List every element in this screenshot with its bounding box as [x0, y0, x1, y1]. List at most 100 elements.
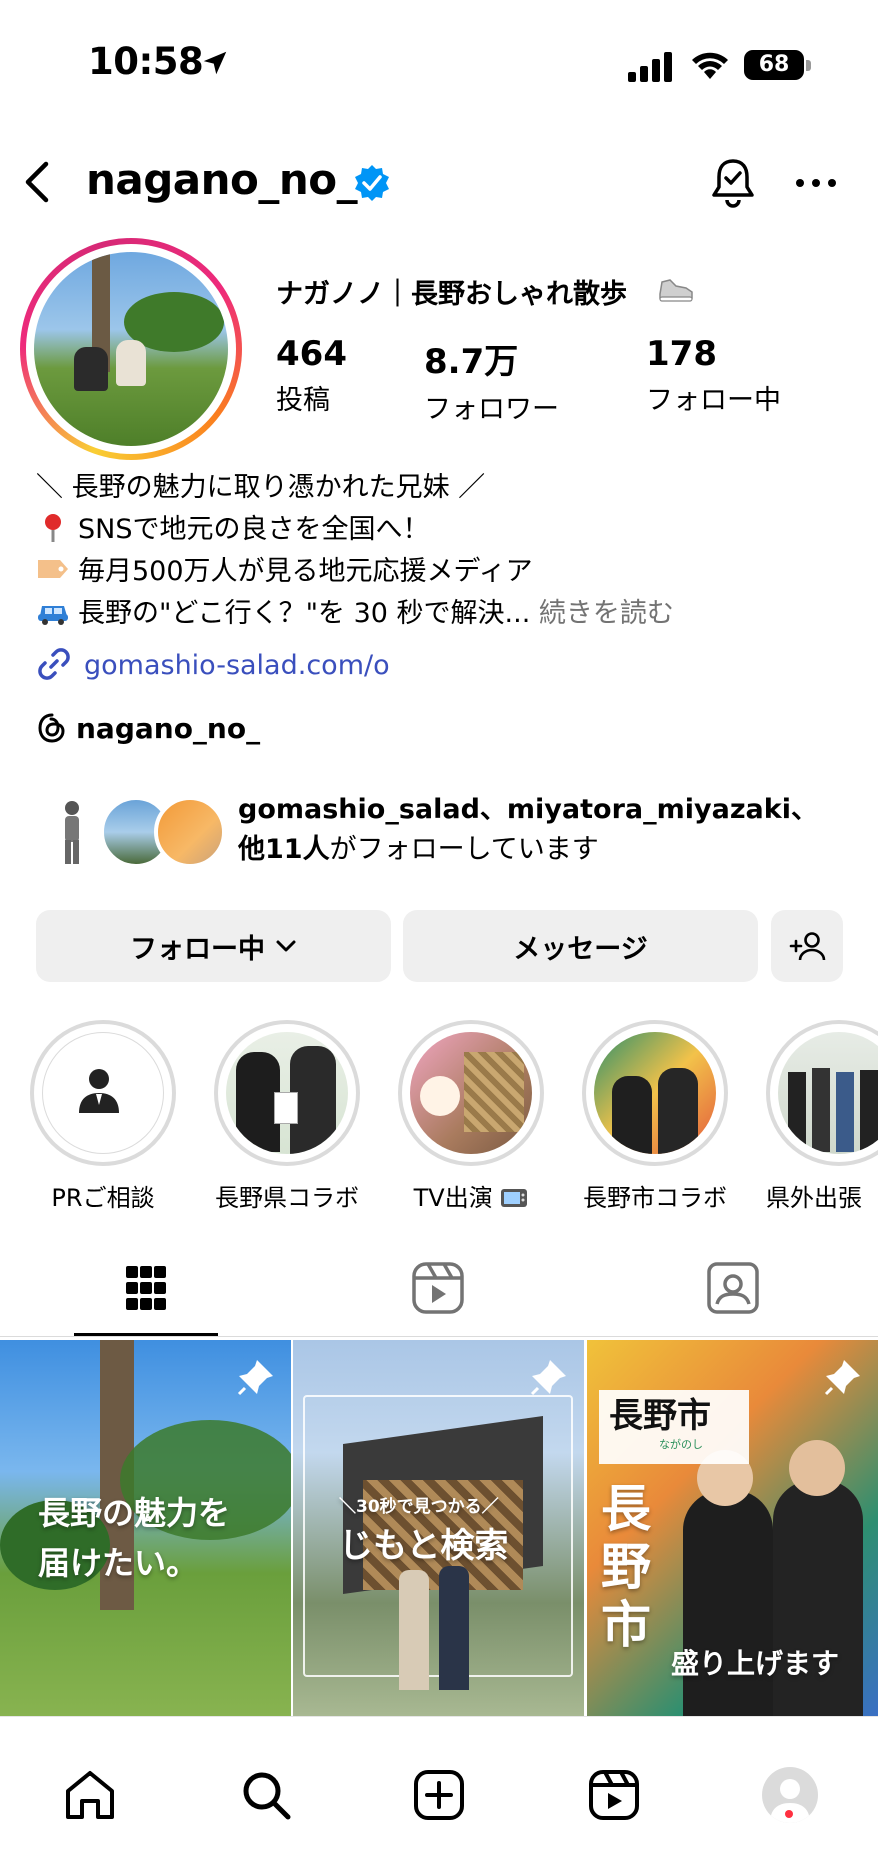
post-caption: 盛り上げます	[671, 1647, 840, 1680]
avatar-person	[116, 340, 146, 386]
followed-by-suffix: がフォローしています	[329, 834, 599, 865]
highlight-tv[interactable]: TV出演	[398, 1020, 544, 1213]
chevron-down-icon	[276, 940, 296, 952]
suggested-users-button[interactable]	[771, 910, 843, 982]
bio-line-4-text: 長野の"どこ行く？"を 30 秒で解決...	[78, 598, 531, 629]
post-caption-line: 長野の魅力を	[38, 1494, 231, 1532]
car-emoji-icon	[38, 606, 68, 625]
highlight-label: PRご相談	[51, 1184, 155, 1212]
highlight-label-text: TV出演	[413, 1184, 493, 1212]
back-arrow-icon[interactable]	[18, 158, 54, 206]
stat-posts-value: 464	[276, 334, 347, 374]
wifi-icon	[692, 52, 728, 79]
profile-avatar-story-ring[interactable]	[20, 238, 242, 460]
notification-bell-icon[interactable]	[708, 155, 758, 209]
reels-icon[interactable]	[586, 1767, 642, 1823]
status-time: 10:58	[88, 40, 204, 83]
avatar-person	[74, 347, 108, 391]
highlight-cover	[410, 1032, 532, 1154]
post-tile[interactable]: ＼30秒で見つかる／ じもと検索	[293, 1340, 584, 1716]
highlight-ring	[214, 1020, 360, 1166]
create-post-icon[interactable]	[411, 1767, 467, 1823]
post-tile[interactable]: 長野の魅力を 届けたい。	[0, 1340, 291, 1716]
post-person-head	[789, 1440, 845, 1496]
label-tag-emoji-icon	[38, 560, 68, 578]
stat-following[interactable]: 178 フォロー中	[646, 334, 781, 417]
battery-indicator: 68	[744, 50, 804, 80]
highlight-ring	[582, 1020, 728, 1166]
sneaker-emoji-icon	[659, 279, 693, 302]
highlight-nagano-city[interactable]: 長野市コラボ	[582, 1020, 728, 1213]
highlight-cover	[778, 1032, 878, 1154]
bio-line-3: 毎月500万人が見る地元応援メディア	[36, 554, 533, 590]
followed-by-text[interactable]: gomashio_salad、miyatora_miyazaki、 他11人がフ…	[238, 790, 818, 870]
tagged-tab-icon[interactable]	[693, 1260, 773, 1316]
following-button[interactable]: フォロー中	[36, 910, 391, 982]
following-button-label: フォロー中	[130, 933, 265, 965]
read-more-link[interactable]: 続きを読む	[539, 598, 674, 629]
mutual-followers-avatars[interactable]	[52, 790, 232, 870]
threads-badge[interactable]: nagano_no_	[36, 712, 260, 745]
bio-line-1: ＼ 長野の魅力に取り憑かれた兄妹 ／	[36, 472, 486, 503]
highlight-label: 長野県コラボ	[215, 1184, 359, 1212]
highlight-cover	[594, 1032, 716, 1154]
stat-following-value: 178	[646, 334, 717, 374]
stat-posts[interactable]: 464 投稿	[276, 334, 347, 417]
message-button-label: メッセージ	[513, 933, 648, 965]
post-person	[399, 1570, 429, 1690]
pinned-icon	[824, 1360, 860, 1396]
profile-username: nagano_no_	[86, 155, 358, 204]
post-banner: 長野市 ながのし	[599, 1390, 749, 1464]
profile-display-name: ナガノノ｜長野おしゃれ散歩	[276, 279, 627, 310]
bio-line-2-text: SNSで地元の良さを全国へ！	[78, 514, 430, 545]
followed-by-others: 他11人	[238, 834, 330, 865]
profile-link-text: gomashio-salad.com/o	[84, 650, 390, 681]
stat-followers-label: フォロワー	[424, 394, 559, 425]
search-icon[interactable]	[238, 1767, 294, 1823]
highlight-cover	[226, 1032, 348, 1154]
bio-line-3-text: 毎月500万人が見る地元応援メディア	[78, 556, 533, 587]
followed-by-names: gomashio_salad、miyatora_miyazaki、	[238, 794, 818, 825]
bio-line-4: 長野の"どこ行く？"を 30 秒で解決... 続きを読む	[36, 596, 674, 632]
post-person	[683, 1490, 773, 1716]
avatar-inner-border	[26, 244, 236, 454]
threads-icon	[38, 713, 65, 743]
bio-line-2: SNSで地元の良さを全国へ！	[36, 512, 429, 548]
stat-posts-label: 投稿	[276, 385, 330, 416]
highlight-label: TV出演	[398, 1178, 544, 1213]
more-options-icon[interactable]	[792, 168, 840, 198]
highlight-nagano-pref[interactable]: 長野県コラボ	[214, 1020, 360, 1213]
stat-following-label: フォロー中	[646, 385, 781, 416]
message-button[interactable]: メッセージ	[403, 910, 758, 982]
pinned-icon	[237, 1360, 273, 1396]
profile-link[interactable]: gomashio-salad.com/o	[36, 646, 390, 682]
mutual-follower-avatar	[65, 801, 79, 864]
highlight-pr[interactable]: PRご相談	[30, 1020, 176, 1213]
person-suit-icon	[79, 1069, 119, 1113]
stat-followers-value: 8.7万	[424, 342, 519, 382]
pinned-icon	[530, 1360, 566, 1396]
tabs-divider	[0, 1336, 878, 1337]
link-icon	[38, 648, 70, 680]
battery-cap	[806, 60, 811, 71]
post-caption: じもと検索	[339, 1526, 509, 1566]
highlight-ring	[30, 1020, 176, 1166]
reels-tab-icon[interactable]	[398, 1260, 478, 1316]
stat-followers[interactable]: 8.7万 フォロワー	[424, 334, 559, 426]
status-bar: 10:58 68	[0, 0, 878, 130]
post-caption-line: 届けたい。	[38, 1544, 199, 1582]
threads-handle: nagano_no_	[76, 712, 261, 745]
pin-emoji-icon	[45, 514, 61, 542]
verified-badge-icon	[355, 165, 389, 201]
home-icon[interactable]	[62, 1767, 118, 1823]
grid-tab-icon[interactable]	[106, 1260, 186, 1316]
highlight-ring	[766, 1020, 878, 1166]
highlight-label: 長野市コラボ	[583, 1184, 727, 1212]
post-caption-big: 長野市	[601, 1480, 651, 1654]
highlight-outside-pref[interactable]: 県外出張	[766, 1020, 878, 1213]
bottom-navigation	[0, 1716, 878, 1865]
highlight-ring	[398, 1020, 544, 1166]
mutual-follower-avatar	[154, 796, 226, 868]
profile-avatar	[34, 252, 228, 446]
post-tile[interactable]: 長野市 ながのし 長野市 盛り上げます	[587, 1340, 878, 1716]
